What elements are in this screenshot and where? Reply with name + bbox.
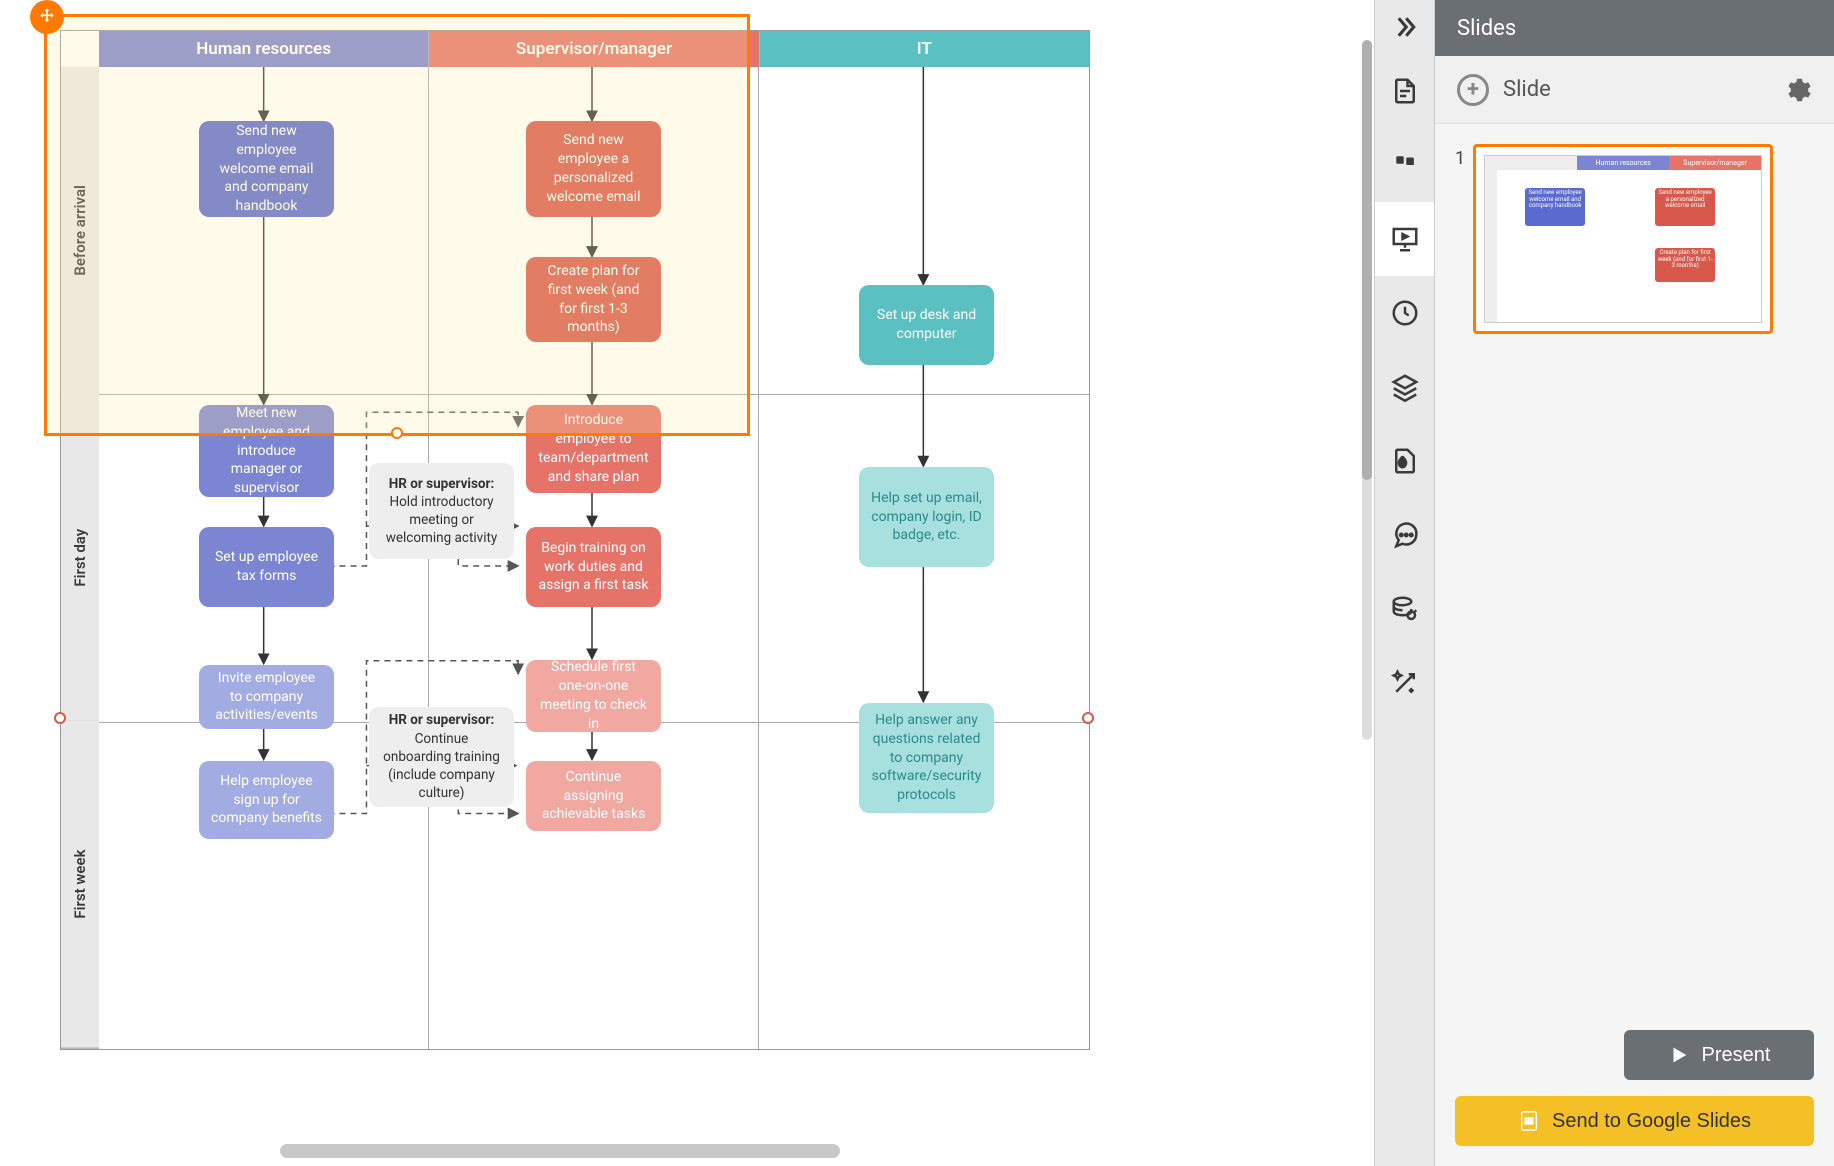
slide-thumbnail[interactable]: Human resources Supervisor/manager Send … bbox=[1473, 144, 1773, 334]
node-sup-welcome[interactable]: Send new employee a personalized welcome… bbox=[526, 121, 661, 217]
node-neutral-continue-onboarding[interactable]: HR or supervisor: Continue onboarding tr… bbox=[369, 707, 514, 807]
row-label-before-arrival[interactable]: Before arrival bbox=[61, 67, 99, 394]
chat-icon[interactable] bbox=[1375, 498, 1435, 572]
node-sup-train[interactable]: Begin training on work duties and assign… bbox=[526, 527, 661, 607]
presentation-icon[interactable] bbox=[1375, 202, 1435, 276]
node-hr-tax[interactable]: Set up employee tax forms bbox=[199, 527, 334, 607]
theme-icon[interactable] bbox=[1375, 424, 1435, 498]
play-icon bbox=[1668, 1044, 1690, 1066]
add-slide-button[interactable]: + Slide bbox=[1457, 74, 1551, 106]
node-sup-intro[interactable]: Introduce employee to team/department an… bbox=[526, 405, 661, 493]
node-sup-plan[interactable]: Create plan for first week (and for firs… bbox=[526, 257, 661, 342]
layers-icon[interactable] bbox=[1375, 350, 1435, 424]
page-settings-icon[interactable] bbox=[1375, 54, 1435, 128]
resize-handle-left[interactable] bbox=[54, 712, 66, 724]
lane-header-supervisor[interactable]: Supervisor/manager bbox=[429, 31, 759, 67]
gear-icon[interactable] bbox=[1782, 75, 1812, 105]
magic-icon[interactable] bbox=[1375, 646, 1435, 720]
send-to-google-slides-button[interactable]: Send to Google Slides bbox=[1455, 1096, 1814, 1146]
plus-circle-icon: + bbox=[1457, 74, 1489, 106]
swimlane-diagram[interactable]: Human resources Supervisor/manager IT Be… bbox=[60, 30, 1090, 1050]
node-sup-assign[interactable]: Continue assigning achievable tasks bbox=[526, 761, 661, 831]
slide-number: 1 bbox=[1455, 144, 1465, 334]
slides-panel: Slides + Slide 1 Human resources Supervi… bbox=[1434, 0, 1834, 1166]
resize-handle-right[interactable] bbox=[1082, 712, 1094, 724]
node-it-questions[interactable]: Help answer any questions related to com… bbox=[859, 703, 994, 813]
comment-icon[interactable] bbox=[1375, 128, 1435, 202]
present-button[interactable]: Present bbox=[1624, 1030, 1814, 1080]
move-handle-icon[interactable] bbox=[30, 0, 64, 34]
right-toolbar bbox=[1374, 0, 1434, 1166]
panel-title: Slides bbox=[1435, 0, 1834, 56]
node-hr-welcome[interactable]: Send new employee welcome email and comp… bbox=[199, 121, 334, 217]
vertical-scrollbar[interactable] bbox=[1362, 40, 1372, 740]
lane-header-hr[interactable]: Human resources bbox=[99, 31, 429, 67]
row-label-first-week[interactable]: First week bbox=[61, 721, 99, 1049]
collapse-panel-icon[interactable] bbox=[1375, 0, 1435, 54]
node-it-email[interactable]: Help set up email, company login, ID bad… bbox=[859, 467, 994, 567]
node-hr-benefits[interactable]: Help employee sign up for company benefi… bbox=[199, 761, 334, 839]
canvas-area[interactable]: Human resources Supervisor/manager IT Be… bbox=[0, 0, 1374, 1166]
node-hr-meet[interactable]: Meet new employee and introduce manager … bbox=[199, 405, 334, 497]
node-it-desk[interactable]: Set up desk and computer bbox=[859, 285, 994, 365]
data-link-icon[interactable] bbox=[1375, 572, 1435, 646]
node-neutral-intro-meeting[interactable]: HR or supervisor: Hold introductory meet… bbox=[369, 463, 514, 559]
node-sup-oneone[interactable]: Schedule first one-on-one meeting to che… bbox=[526, 660, 661, 732]
row-label-first-day[interactable]: First day bbox=[61, 394, 99, 722]
vertical-scrollbar-thumb[interactable] bbox=[1362, 40, 1372, 480]
history-icon[interactable] bbox=[1375, 276, 1435, 350]
horizontal-scrollbar[interactable] bbox=[280, 1144, 840, 1158]
node-hr-invite[interactable]: Invite employee to company activities/ev… bbox=[199, 665, 334, 729]
lane-header-it[interactable]: IT bbox=[760, 31, 1089, 67]
google-slides-icon bbox=[1518, 1110, 1540, 1132]
